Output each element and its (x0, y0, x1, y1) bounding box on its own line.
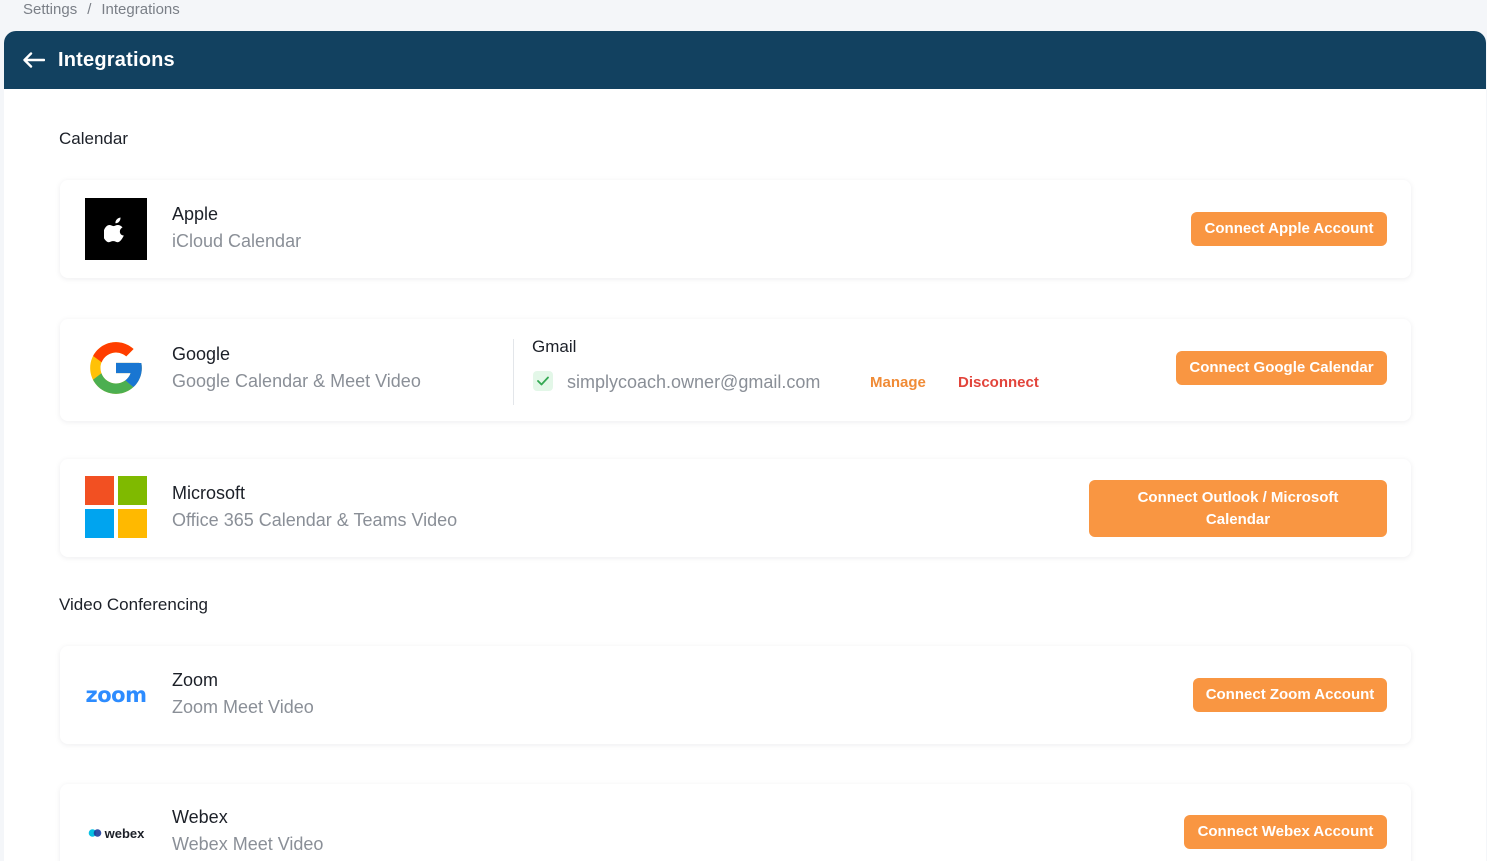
microsoft-name: Microsoft (172, 483, 246, 503)
check-icon (533, 371, 553, 391)
breadcrumb-settings[interactable]: Settings (23, 1, 77, 18)
webex-logo-text: webex (104, 825, 145, 841)
connect-google-button[interactable]: Connect Google Calendar (1176, 351, 1387, 385)
google-subtitle: Google Calendar & Meet Video (172, 371, 421, 391)
breadcrumb-separator: / (87, 0, 92, 18)
back-button[interactable] (22, 48, 46, 72)
zoom-name: Zoom (172, 670, 219, 690)
webex-subtitle: Webex Meet Video (172, 834, 324, 854)
connect-webex-button[interactable]: Connect Webex Account (1184, 815, 1387, 849)
section-title-calendar: Calendar (59, 129, 128, 148)
integration-card-webex: webex Webex Webex Meet Video Connect Web… (60, 784, 1411, 861)
arrow-left-icon (23, 52, 45, 68)
connect-microsoft-button[interactable]: Connect Outlook / Microsoft Calendar (1089, 480, 1387, 537)
apple-logo-icon (85, 198, 147, 260)
zoom-logo-icon: zoom (85, 664, 147, 726)
connect-zoom-button[interactable]: Connect Zoom Account (1193, 678, 1387, 712)
panel-header: Integrations (4, 31, 1486, 89)
card-divider (513, 339, 514, 405)
integration-card-zoom: zoom Zoom Zoom Meet Video Connect Zoom A… (60, 646, 1411, 744)
manage-link[interactable]: Manage (870, 374, 926, 391)
integration-card-google: Google Google Calendar & Meet Video Gmai… (60, 319, 1411, 421)
section-title-video: Video Conferencing (59, 595, 209, 614)
zoom-logo-text: zoom (85, 683, 147, 707)
connect-apple-button[interactable]: Connect Apple Account (1191, 212, 1387, 246)
zoom-subtitle: Zoom Meet Video (172, 697, 314, 717)
webex-name: Webex (172, 807, 228, 827)
breadcrumb: Settings / Integrations (23, 0, 180, 18)
apple-name: Apple (172, 204, 219, 224)
page-title: Integrations (58, 48, 175, 71)
apple-subtitle: iCloud Calendar (172, 231, 302, 251)
microsoft-logo-icon (85, 476, 147, 538)
microsoft-subtitle: Office 365 Calendar & Teams Video (172, 510, 458, 530)
webex-logo-icon: webex (85, 802, 147, 861)
disconnect-link[interactable]: Disconnect (958, 374, 1039, 391)
integration-card-apple: Apple iCloud Calendar Connect Apple Acco… (60, 180, 1411, 278)
connected-email: simplycoach.owner@gmail.com (567, 372, 821, 392)
integration-card-microsoft: Microsoft Office 365 Calendar & Teams Vi… (60, 459, 1411, 557)
gmail-label: Gmail (532, 337, 577, 356)
breadcrumb-current: Integrations (101, 0, 180, 18)
google-logo-icon (85, 337, 147, 399)
google-name: Google (172, 344, 231, 364)
integrations-panel: Integrations Calendar Apple iCloud Calen… (4, 31, 1486, 861)
